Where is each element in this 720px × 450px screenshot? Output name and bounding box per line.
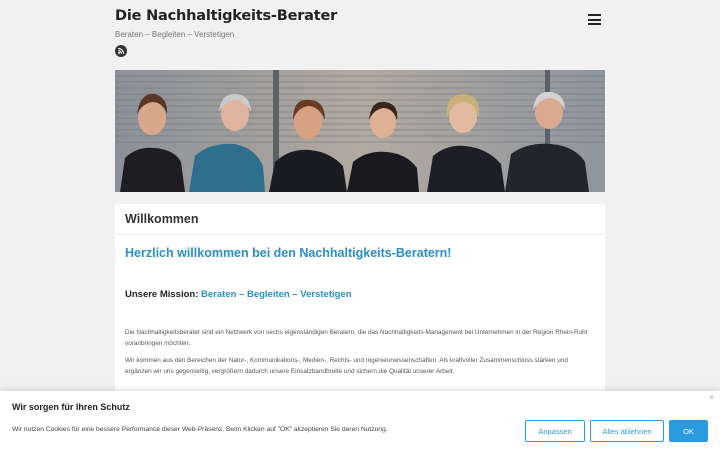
mission-link[interactable]: Beraten – Begleiten – Verstetigen (201, 289, 351, 300)
cookie-title: Wir sorgen für Ihren Schutz (12, 402, 130, 412)
rss-icon[interactable] (115, 45, 127, 57)
accept-button[interactable]: OK (669, 420, 708, 442)
hero-team-photo (115, 70, 605, 192)
hamburger-menu-icon[interactable] (588, 14, 601, 26)
mission-line: Unsere Mission: Beraten – Begleiten – Ve… (115, 289, 605, 300)
cookie-consent-banner: Wir sorgen für Ihren Schutz Wir nutzen C… (0, 391, 720, 450)
welcome-heading: Herzlich willkommen bei den Nachhaltigke… (125, 246, 452, 260)
close-icon[interactable]: × (709, 393, 714, 402)
reject-all-button[interactable]: Alles ablehnen (590, 420, 664, 442)
site-description: Beraten – Begleiten – Verstetigen (115, 30, 235, 39)
expertise-paragraph: Wir kommen aus den Bereichen der Natur-,… (125, 357, 568, 375)
cookie-text: Wir nutzen Cookies für eine bessere Perf… (12, 426, 388, 433)
page-title: Willkommen (115, 204, 605, 235)
customize-button[interactable]: Anpassen (525, 420, 585, 442)
intro-paragraph: Die Nachhaltigkeitsberater sind ein Netz… (125, 329, 588, 347)
site-header: Die Nachhaltigkeits-Berater Beraten – Be… (115, 8, 605, 64)
site-title[interactable]: Die Nachhaltigkeits-Berater (115, 8, 605, 24)
mission-label: Unsere Mission: (125, 289, 199, 300)
